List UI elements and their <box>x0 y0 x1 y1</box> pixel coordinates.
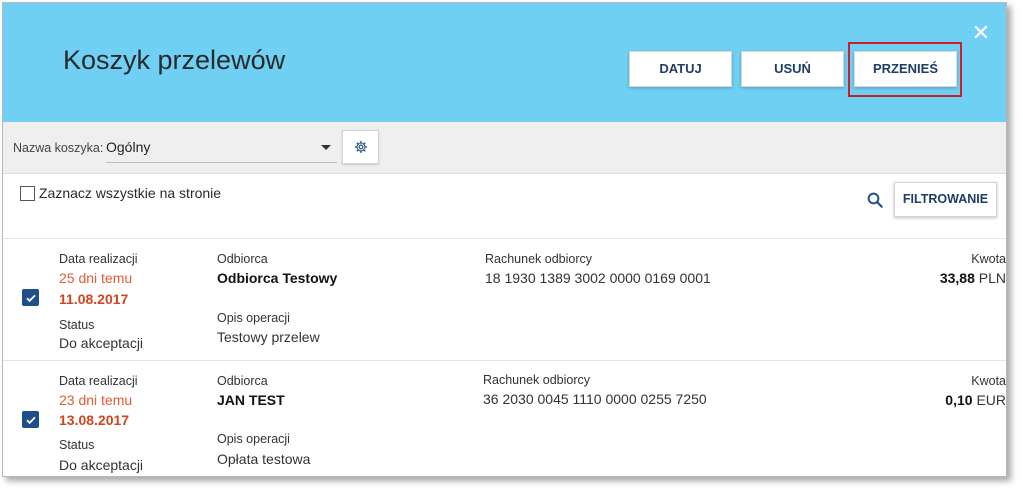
account-number: 36 2030 0045 1110 0000 0255 7250 <box>483 391 707 407</box>
chevron-down-icon[interactable] <box>321 145 331 150</box>
checkbox-unchecked-icon <box>20 185 35 201</box>
gear-icon <box>354 140 367 154</box>
page-title: Koszyk przelewów <box>63 45 286 75</box>
status-value: Do akceptacji <box>59 457 144 473</box>
amount-label: Kwota <box>971 252 1006 266</box>
check-icon <box>25 416 36 424</box>
filter-button[interactable]: FILTROWANIE <box>894 182 997 217</box>
dialog-header: Koszyk przelewów ✕ DATUJ USUŃ PRZENIEŚ <box>3 3 1006 122</box>
list-item: Data realizacji 23 dni temu 13.08.2017 S… <box>3 361 1006 476</box>
transfer-basket-dialog: Koszyk przelewów ✕ DATUJ USUŃ PRZENIEŚ N… <box>2 2 1007 477</box>
currency: PLN <box>978 270 1006 286</box>
date-label: Data realizacji <box>59 252 138 266</box>
row-checkbox[interactable] <box>22 289 39 306</box>
account-label: Rachunek odbiorcy <box>483 373 591 387</box>
amount: 33,88 PLN <box>863 270 1006 286</box>
amount-value: 0,10 <box>945 392 973 408</box>
description-label: Opis operacji <box>217 432 290 446</box>
basket-name-label: Nazwa koszyka: <box>13 141 104 155</box>
recipient-label: Odbiorca <box>217 252 268 266</box>
datuj-button[interactable]: DATUJ <box>629 51 732 87</box>
execution-date: 11.08.2017 <box>59 291 129 307</box>
date-label: Data realizacji <box>59 374 138 388</box>
account-label: Rachunek odbiorcy <box>485 252 593 266</box>
currency: EUR <box>976 392 1006 408</box>
highlight-frame <box>848 42 962 97</box>
recipient-name: JAN TEST <box>217 392 285 408</box>
description-value: Opłata testowa <box>217 451 311 467</box>
list-item: Data realizacji 25 dni temu 11.08.2017 S… <box>3 239 1006 360</box>
row-checkbox[interactable] <box>22 411 39 428</box>
select-all-checkbox[interactable]: Zaznacz wszystkie na stronie <box>20 185 221 201</box>
execution-date: 13.08.2017 <box>59 412 130 428</box>
description-value: Testowy przelew <box>217 329 320 345</box>
basket-select-underline <box>106 162 337 163</box>
close-icon[interactable]: ✕ <box>971 22 991 44</box>
basket-toolbar: Nazwa koszyka: Ogólny <box>3 122 1006 174</box>
relative-date: 25 dni temu <box>59 270 133 286</box>
relative-date: 23 dni temu <box>59 392 133 408</box>
amount-value: 33,88 <box>939 270 975 286</box>
basket-settings-button[interactable] <box>342 130 379 164</box>
basket-select[interactable]: Ogólny <box>106 139 150 155</box>
search-icon[interactable] <box>866 191 884 214</box>
status-value: Do akceptacji <box>59 335 144 351</box>
usun-button[interactable]: USUŃ <box>741 51 844 87</box>
check-icon <box>25 294 36 302</box>
status-label: Status <box>59 438 95 452</box>
amount-label: Kwota <box>971 374 1006 388</box>
select-all-label: Zaznacz wszystkie na stronie <box>39 185 222 201</box>
amount: 0,10 EUR <box>863 392 1006 408</box>
recipient-label: Odbiorca <box>217 374 268 388</box>
recipient-name: Odbiorca Testowy <box>217 270 338 286</box>
status-label: Status <box>59 318 95 332</box>
description-label: Opis operacji <box>217 311 290 325</box>
account-number: 18 1930 1389 3002 0000 0169 0001 <box>485 270 711 286</box>
